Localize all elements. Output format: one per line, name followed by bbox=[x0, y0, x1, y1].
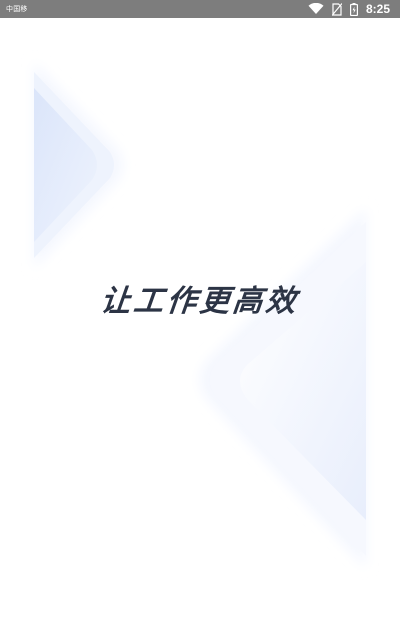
splash-screen: 中国移 8:25 让工作更高效 bbox=[0, 0, 400, 628]
status-icons: 8:25 bbox=[308, 2, 390, 16]
wifi-icon bbox=[308, 3, 324, 15]
status-bar: 中国移 8:25 bbox=[0, 0, 400, 18]
splash-slogan: 让工作更高效 bbox=[98, 284, 301, 319]
status-time: 8:25 bbox=[365, 2, 390, 16]
background-decoration bbox=[34, 62, 366, 568]
battery-icon bbox=[349, 2, 358, 16]
no-sim-icon bbox=[331, 2, 342, 16]
carrier-label: 中国移 bbox=[6, 5, 28, 13]
